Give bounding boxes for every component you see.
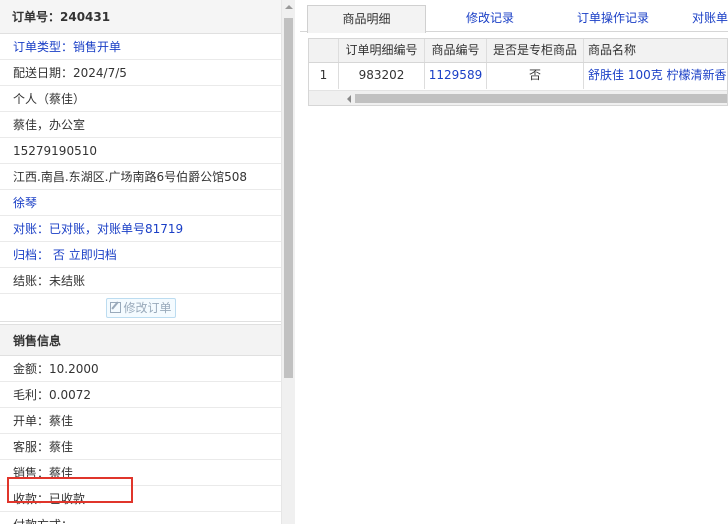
table-row[interactable]: 1 983202 1129589 否 舒肤佳 100克 柠檬清新香皂 [309,63,727,89]
address-row: 江西.南昌.东湖区.广场南路6号伯爵公馆508 [0,164,281,190]
archive-now-link[interactable]: 立即归档 [69,248,117,262]
pay-method-row: 付款方式： [0,512,281,524]
order-number-header: 订单号：240431 [0,0,281,34]
delivery-date-row: 配送日期：2024/7/5 [0,60,281,86]
scrollbar-thumb[interactable] [284,18,293,378]
tab-modify-log[interactable]: 修改记录 [430,5,550,32]
phone-row: 15279190510 [0,138,281,164]
reconcile-row: 对账：已对账，对账单号81719 [0,216,281,242]
edit-order-button[interactable]: 修改订单 [106,298,176,318]
person-row: 徐琴 [0,190,281,216]
opener-row: 开单：蔡佳 [0,408,281,434]
tab-bar: 商品明细 修改记录 订单操作记录 对账单 [300,0,728,33]
grid-header-rownum [309,39,339,62]
tab-order-operation-log[interactable]: 订单操作记录 [558,5,668,32]
sales-info-header: 销售信息 [0,324,281,356]
counter-product-cell: 否 [487,63,584,89]
product-detail-grid: 订单明细编号 商品编号 是否是专柜商品 商品名称 1 983202 112958… [308,38,728,106]
row-number: 1 [309,63,339,89]
profit-row: 毛利：0.0072 [0,382,281,408]
contact-row: 蔡佳，办公室 [0,112,281,138]
tab-product-detail[interactable]: 商品明细 [307,5,426,33]
edit-button-row: 修改订单 [0,294,281,322]
customer-row: 个人（蔡佳） [0,86,281,112]
product-id-cell[interactable]: 1129589 [425,63,487,89]
order-info-list: 订单号：240431 订单类型：销售开单 配送日期：2024/7/5 个人（蔡佳… [0,0,281,524]
horizontal-scrollbar-thumb[interactable] [355,94,727,103]
order-detail-panel: 订单号：240431 订单类型：销售开单 配送日期：2024/7/5 个人（蔡佳… [0,0,296,524]
left-scrollbar[interactable] [281,0,295,524]
archive-value: 否 [52,248,65,262]
tab-reconcile-statement[interactable]: 对账单 [680,5,728,32]
grid-header: 订单明细编号 商品编号 是否是专柜商品 商品名称 [309,39,727,63]
settle-row: 结账：未结账 [0,268,281,294]
edit-order-label: 修改订单 [123,301,172,315]
service-row: 客服：蔡佳 [0,434,281,460]
grid-header-counter-product[interactable]: 是否是专柜商品 [487,39,584,62]
order-type-value: 销售开单 [73,40,122,54]
order-type-label: 订单类型： [13,40,74,54]
grid-header-product-id[interactable]: 商品编号 [425,39,487,62]
edit-icon [110,302,122,313]
grid-horizontal-scrollbar[interactable] [309,90,727,105]
grid-header-product-name[interactable]: 商品名称 [584,39,727,62]
payment-highlight-box [7,477,133,503]
scroll-up-arrow-icon[interactable] [285,5,293,9]
scroll-left-arrow-icon[interactable] [347,95,351,103]
detail-tabs-panel: 商品明细 修改记录 订单操作记录 对账单 订单明细编号 商品编号 是否是专柜商品… [300,0,728,524]
detail-id-cell: 983202 [339,63,425,89]
product-name-cell[interactable]: 舒肤佳 100克 柠檬清新香皂 [584,63,727,89]
archive-row: 归档： 否 立即归档 [0,242,281,268]
archive-label: 归档： [13,248,50,262]
grid-header-detail-id[interactable]: 订单明细编号 [339,39,425,62]
order-type-row: 订单类型：销售开单 [0,34,281,60]
amount-row: 金额：10.2000 [0,356,281,382]
